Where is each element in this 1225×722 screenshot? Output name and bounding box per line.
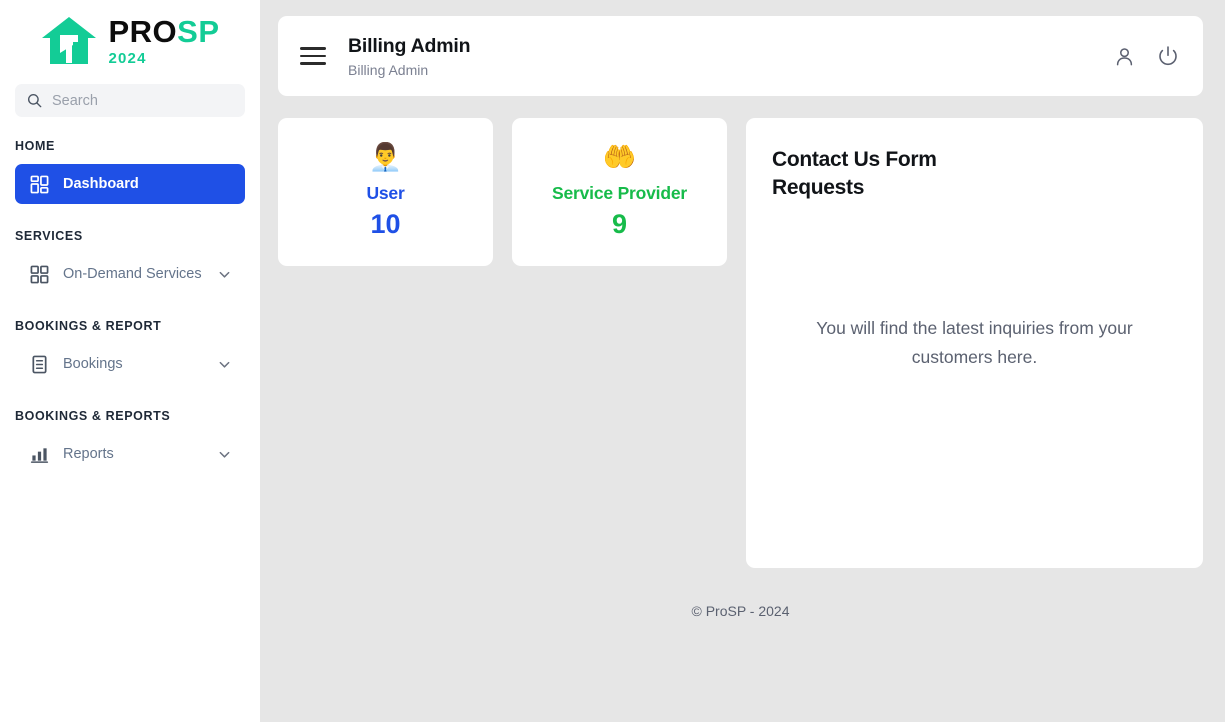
sidebar-item-label-bookings: Bookings [63,356,204,372]
chevron-down-icon[interactable] [218,268,231,281]
top-header-bar: Billing Admin Billing Admin [278,16,1203,96]
chevron-down-icon[interactable] [218,448,231,461]
contact-us-form-requests-card: Contact Us Form Requests You will find t… [746,118,1203,568]
stat-value-user: 10 [370,209,400,240]
nav-section-home: HOME [0,139,260,153]
bar-chart-icon [29,445,49,464]
sidebar-item-label-reports: Reports [63,446,204,462]
page-title-group: Billing Admin Billing Admin [348,35,470,78]
user-account-icon[interactable] [1114,46,1135,67]
chevron-down-icon[interactable] [218,358,231,371]
brand-wordmark: PROSP 2024 [108,16,219,66]
brand-year: 2024 [108,51,219,66]
brand-logo[interactable]: PROSP 2024 [0,0,260,78]
footer-copyright: © ProSP - 2024 [278,603,1203,619]
sidebar-nav: HOME Dashboard SERVICES [0,139,260,474]
search-input[interactable] [52,93,233,109]
nav-section-bookings-report: BOOKINGS & REPORT [0,319,260,333]
user-person-emoji: 👨‍💼 [369,144,403,171]
sidebar-item-on-demand-services[interactable]: On-Demand Services [15,254,245,294]
page-title: Billing Admin [348,35,470,58]
brand-word-pro: PRO [108,14,177,49]
document-list-icon [29,355,49,374]
stat-label-service-provider: Service Provider [552,183,687,204]
dashboard-cards-row: 👨‍💼 User 10 🤲 Service Provider 9 Contact… [278,118,1203,568]
sidebar-item-label-dashboard: Dashboard [63,176,231,192]
grid-four-squares-icon [29,265,49,284]
house-tool-logo-icon [40,15,98,67]
sidebar: PROSP 2024 HOME [0,0,260,722]
sidebar-item-reports[interactable]: Reports [15,434,245,474]
brand-word-sp: SP [177,14,219,49]
search-box[interactable] [15,84,245,117]
grid-dashboard-icon [29,175,49,194]
page-subtitle: Billing Admin [348,62,470,78]
nav-section-services: SERVICES [0,229,260,243]
search-icon [27,93,42,108]
sidebar-item-dashboard[interactable]: Dashboard [15,164,245,204]
contact-card-empty-state: You will find the latest inquiries from … [746,118,1203,568]
sidebar-item-label-on-demand-services: On-Demand Services [63,266,204,282]
app-root: PROSP 2024 HOME [0,0,1225,722]
stat-value-service-provider: 9 [612,209,627,240]
header-actions [1114,45,1179,67]
service-provider-emoji: 🤲 [603,144,637,171]
main-content: Billing Admin Billing Admin [260,0,1225,722]
stat-label-user: User [366,183,404,204]
stat-card-service-provider[interactable]: 🤲 Service Provider 9 [512,118,727,266]
hamburger-menu-icon[interactable] [300,46,326,66]
sidebar-item-bookings[interactable]: Bookings [15,344,245,384]
nav-section-bookings-reports: BOOKINGS & REPORTS [0,409,260,423]
power-logout-icon[interactable] [1157,45,1179,67]
stat-card-user[interactable]: 👨‍💼 User 10 [278,118,493,266]
search-container [0,84,260,117]
